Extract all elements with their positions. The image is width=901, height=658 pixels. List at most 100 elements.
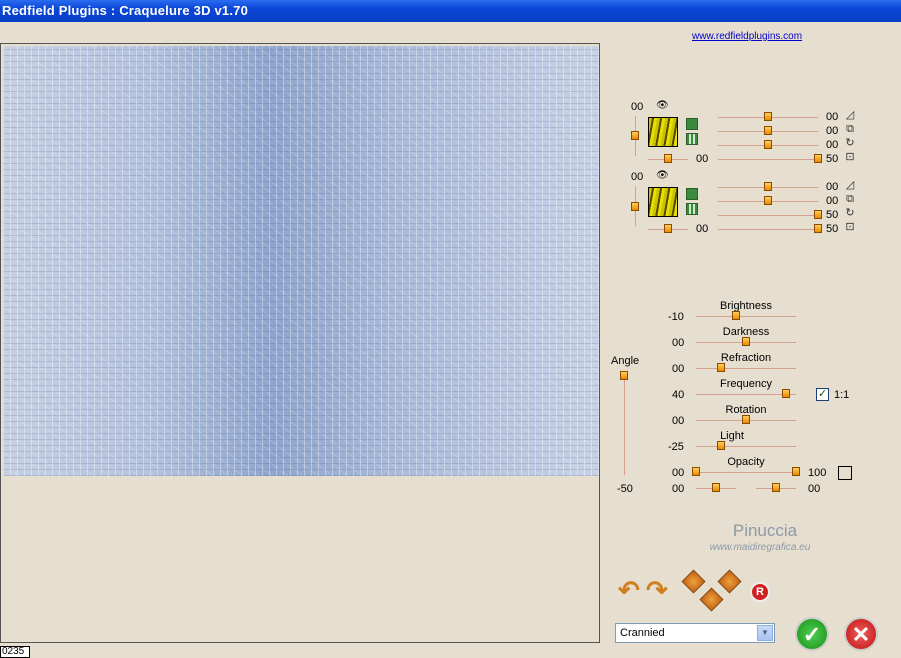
rotation-slider-thumb[interactable] (742, 415, 750, 424)
light-value: -25 (668, 441, 684, 453)
opacity-label: Opacity (727, 456, 765, 468)
brightness-slider-thumb[interactable] (732, 311, 740, 320)
ratio-checkbox[interactable]: ✓ (816, 388, 829, 401)
undo-arrow-icon[interactable]: ↶ (618, 575, 640, 606)
preview-panel[interactable] (0, 43, 600, 643)
angle-slider[interactable] (624, 373, 625, 475)
opacity-color-box[interactable] (838, 466, 852, 480)
opacity-max-value: 100 (808, 467, 827, 479)
eye-icon[interactable]: 👁 (656, 170, 669, 181)
opacity-min-value: 00 (672, 467, 685, 479)
chevron-down-icon[interactable]: ▼ (757, 625, 773, 641)
layer1-vertical-thumb[interactable] (631, 131, 639, 140)
layer2-value-4: 50 (826, 223, 839, 235)
layer2-pattern-icon[interactable] (686, 203, 698, 215)
layer1-value-2: 00 (826, 125, 839, 137)
layer2-slider-3-thumb[interactable] (814, 210, 822, 219)
rotation-value: 00 (672, 415, 685, 427)
refraction-label: Refraction (720, 352, 772, 364)
refraction-slider[interactable] (696, 368, 796, 369)
layer2-bottom-thumb[interactable] (664, 224, 672, 233)
opacity-max-thumb[interactable] (792, 467, 800, 476)
layer2-left-value: 00 (631, 171, 644, 183)
triangle-icon: ◿ (845, 179, 855, 191)
square-icon: ⧉ (846, 193, 854, 205)
preset-selected: Crannied (620, 627, 665, 639)
corner-icon: ⊡ (845, 151, 855, 163)
brightness-label: Brightness (720, 300, 772, 312)
layer2-slider-1-thumb[interactable] (764, 182, 772, 191)
light-slider-thumb[interactable] (717, 441, 725, 450)
status-counter: 0235 (0, 646, 30, 658)
darkness-value: 00 (672, 337, 685, 349)
layer2-value-3: 50 (826, 209, 839, 221)
frequency-label: Frequency (720, 378, 772, 390)
refraction-slider-thumb[interactable] (717, 363, 725, 372)
ratio-label: 1:1 (834, 389, 850, 401)
layer2-slider-4-thumb[interactable] (814, 224, 822, 233)
reset-button[interactable]: R (750, 582, 770, 602)
eye-icon[interactable]: 👁 (656, 100, 669, 111)
ok-button[interactable]: ✓ (795, 617, 829, 651)
frequency-value: 40 (672, 389, 685, 401)
window-title: Redfield Plugins : Craquelure 3D v1.70 (2, 3, 248, 18)
layer2-slider-3[interactable] (718, 215, 818, 216)
cancel-button[interactable]: ✕ (844, 617, 878, 651)
triangle-icon: ◿ (845, 109, 855, 121)
dice-icon[interactable] (681, 569, 706, 594)
angle-label: Angle (611, 355, 640, 367)
redo-arrow-icon[interactable]: ↷ (646, 575, 668, 606)
dice-icon[interactable] (699, 587, 724, 612)
brightness-slider[interactable] (696, 316, 796, 317)
frequency-slider[interactable] (696, 394, 796, 395)
refraction-value: 00 (672, 363, 685, 375)
brightness-value: -10 (668, 311, 684, 323)
layer1-value-1: 00 (826, 111, 839, 123)
layer2-bottom-value: 00 (696, 223, 709, 235)
light-label: Light (720, 430, 744, 442)
checkmark-icon: ✓ (802, 622, 822, 647)
layer2-image-icon[interactable] (686, 188, 698, 200)
layer1-image-icon[interactable] (686, 118, 698, 130)
layer1-bottom-value: 00 (696, 153, 709, 165)
layer2-slider-4[interactable] (718, 229, 818, 230)
corner-icon: ⊡ (845, 221, 855, 233)
opacity-slider[interactable] (696, 472, 796, 473)
darkness-slider-thumb[interactable] (742, 337, 750, 346)
layer1-slider-2-thumb[interactable] (764, 126, 772, 135)
layer1-bottom-thumb[interactable] (664, 154, 672, 163)
layer1-value-3: 00 (826, 139, 839, 151)
layer2-value-2: 00 (826, 195, 839, 207)
website-link[interactable]: www.redfieldplugins.com (692, 31, 802, 42)
extra-right-thumb[interactable] (772, 483, 780, 492)
rotate-icon: ↻ (845, 207, 855, 219)
layer1-slider-4-thumb[interactable] (814, 154, 822, 163)
layer1-slider-4[interactable] (718, 159, 818, 160)
rotate-icon: ↻ (845, 137, 855, 149)
layer1-pattern-icon[interactable] (686, 133, 698, 145)
brand-url: www.maidiregrafica.eu (709, 542, 811, 553)
layer1-slider-3-thumb[interactable] (764, 140, 772, 149)
x-icon: ✕ (851, 622, 871, 647)
light-slider[interactable] (696, 446, 796, 447)
layer2-texture-swatch[interactable] (648, 187, 678, 217)
extra-left-value: 00 (672, 483, 685, 495)
layer2-value-1: 00 (826, 181, 839, 193)
extra-right-value: 00 (808, 483, 821, 495)
preview-image (3, 46, 599, 476)
opacity-min-thumb[interactable] (692, 467, 700, 476)
brand-name: Pinuccia (732, 521, 798, 540)
layer1-texture-swatch[interactable] (648, 117, 678, 147)
preset-dropdown[interactable]: Crannied ▼ (615, 623, 775, 643)
layer2-vertical-thumb[interactable] (631, 202, 639, 211)
layer2-slider-2-thumb[interactable] (764, 196, 772, 205)
angle-value: -50 (617, 483, 633, 495)
dice-icon[interactable] (717, 569, 742, 594)
square-icon: ⧉ (846, 123, 854, 135)
frequency-slider-thumb[interactable] (782, 389, 790, 398)
extra-left-thumb[interactable] (712, 483, 720, 492)
layer1-slider-1-thumb[interactable] (764, 112, 772, 121)
angle-slider-thumb[interactable] (620, 371, 628, 380)
layer1-value-4: 50 (826, 153, 839, 165)
layer1-left-value: 00 (631, 101, 644, 113)
